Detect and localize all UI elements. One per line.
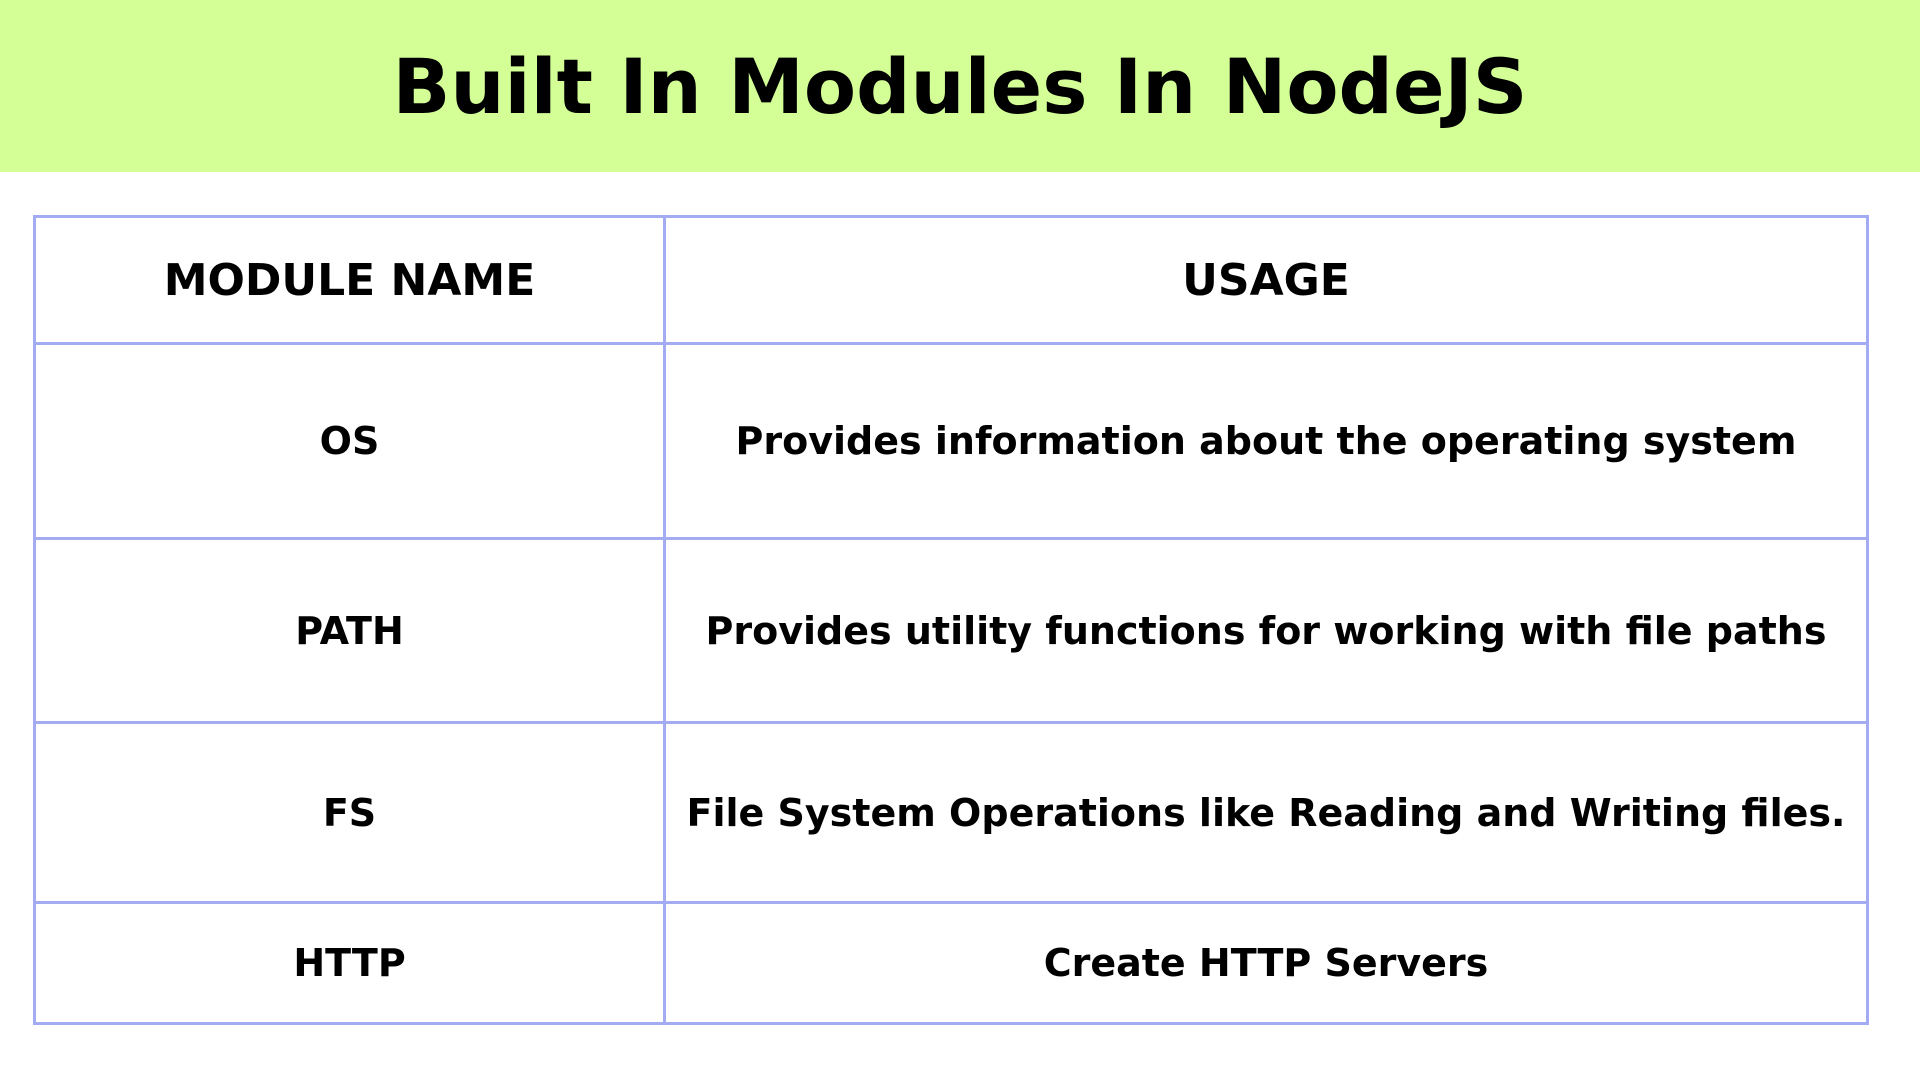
usage-cell: Provides information about the operating… xyxy=(663,342,1869,540)
page-title: Built In Modules In NodeJS xyxy=(392,41,1528,131)
module-name-cell: OS xyxy=(33,342,666,540)
modules-table: MODULE NAME USAGE OS Provides informatio… xyxy=(33,215,1869,1025)
usage-cell: File System Operations like Reading and … xyxy=(663,721,1869,904)
column-header-module-name: MODULE NAME xyxy=(33,215,666,345)
modules-table-container: MODULE NAME USAGE OS Provides informatio… xyxy=(33,215,1869,1025)
module-name-cell: FS xyxy=(33,721,666,904)
module-name-cell: PATH xyxy=(33,537,666,724)
usage-cell: Provides utility functions for working w… xyxy=(663,537,1869,724)
table-row: FS File System Operations like Reading a… xyxy=(33,721,1869,904)
module-name-cell: HTTP xyxy=(33,901,666,1025)
table-header-row: MODULE NAME USAGE xyxy=(33,215,1869,345)
table-row: PATH Provides utility functions for work… xyxy=(33,537,1869,724)
table-row: HTTP Create HTTP Servers xyxy=(33,901,1869,1025)
column-header-usage: USAGE xyxy=(663,215,1869,345)
title-banner: Built In Modules In NodeJS xyxy=(0,0,1920,172)
usage-cell: Create HTTP Servers xyxy=(663,901,1869,1025)
table-row: OS Provides information about the operat… xyxy=(33,342,1869,540)
